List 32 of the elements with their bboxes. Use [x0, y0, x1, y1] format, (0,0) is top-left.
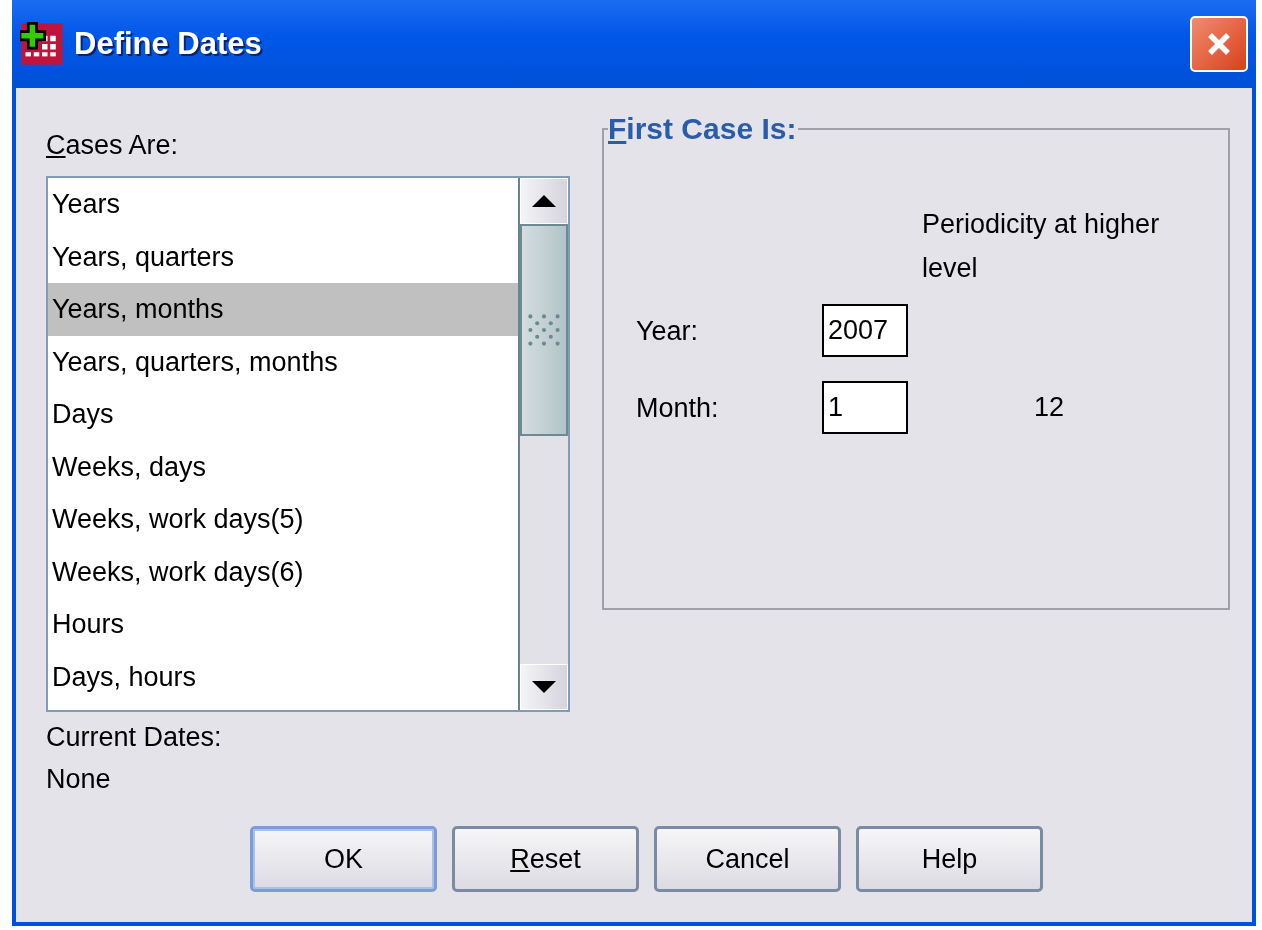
up-arrow-icon — [532, 195, 556, 207]
dialog-button[interactable]: OK — [250, 826, 437, 892]
list-item[interactable]: Years, months — [48, 283, 518, 336]
scroll-thumb[interactable] — [520, 224, 568, 436]
list-item[interactable]: Hours — [48, 598, 518, 651]
down-arrow-icon — [532, 681, 556, 693]
scroll-up-button[interactable] — [520, 178, 568, 224]
list-item[interactable]: Days, hours — [48, 650, 518, 703]
scroll-down-button[interactable] — [520, 664, 568, 710]
list-item[interactable]: Years, quarters — [48, 230, 518, 283]
dialog-button[interactable]: Reset — [452, 826, 639, 892]
list-item[interactable]: Weeks, days — [48, 440, 518, 493]
cases-label: Cases Are: — [46, 129, 180, 162]
list-item[interactable]: Years — [48, 178, 518, 231]
list-item[interactable]: Weeks, work days(6) — [48, 545, 518, 598]
field-label: Year: — [636, 314, 700, 348]
scrollbar[interactable] — [518, 178, 568, 710]
field-label: Month: — [636, 391, 720, 425]
input-field[interactable]: 1 — [822, 381, 908, 434]
list-item[interactable]: Weeks, work days(5) — [48, 493, 518, 546]
current-dates-value: None — [46, 763, 112, 796]
list-item[interactable]: Days — [48, 388, 518, 441]
list-item[interactable]: Years, quarters, months — [48, 335, 518, 388]
periodicity-value: 12 — [1033, 392, 1066, 423]
calendar-plus-icon — [20, 22, 64, 66]
input-field[interactable]: 2007 — [822, 304, 908, 357]
window-title: Define Dates — [74, 26, 263, 62]
close-button[interactable] — [1190, 16, 1248, 72]
dialog-button[interactable]: Help — [856, 826, 1043, 892]
current-dates-label: Current Dates: — [46, 721, 223, 754]
dialog-button[interactable]: Cancel — [654, 826, 841, 892]
periodicity-heading: Periodicity at higher level — [922, 208, 1161, 285]
